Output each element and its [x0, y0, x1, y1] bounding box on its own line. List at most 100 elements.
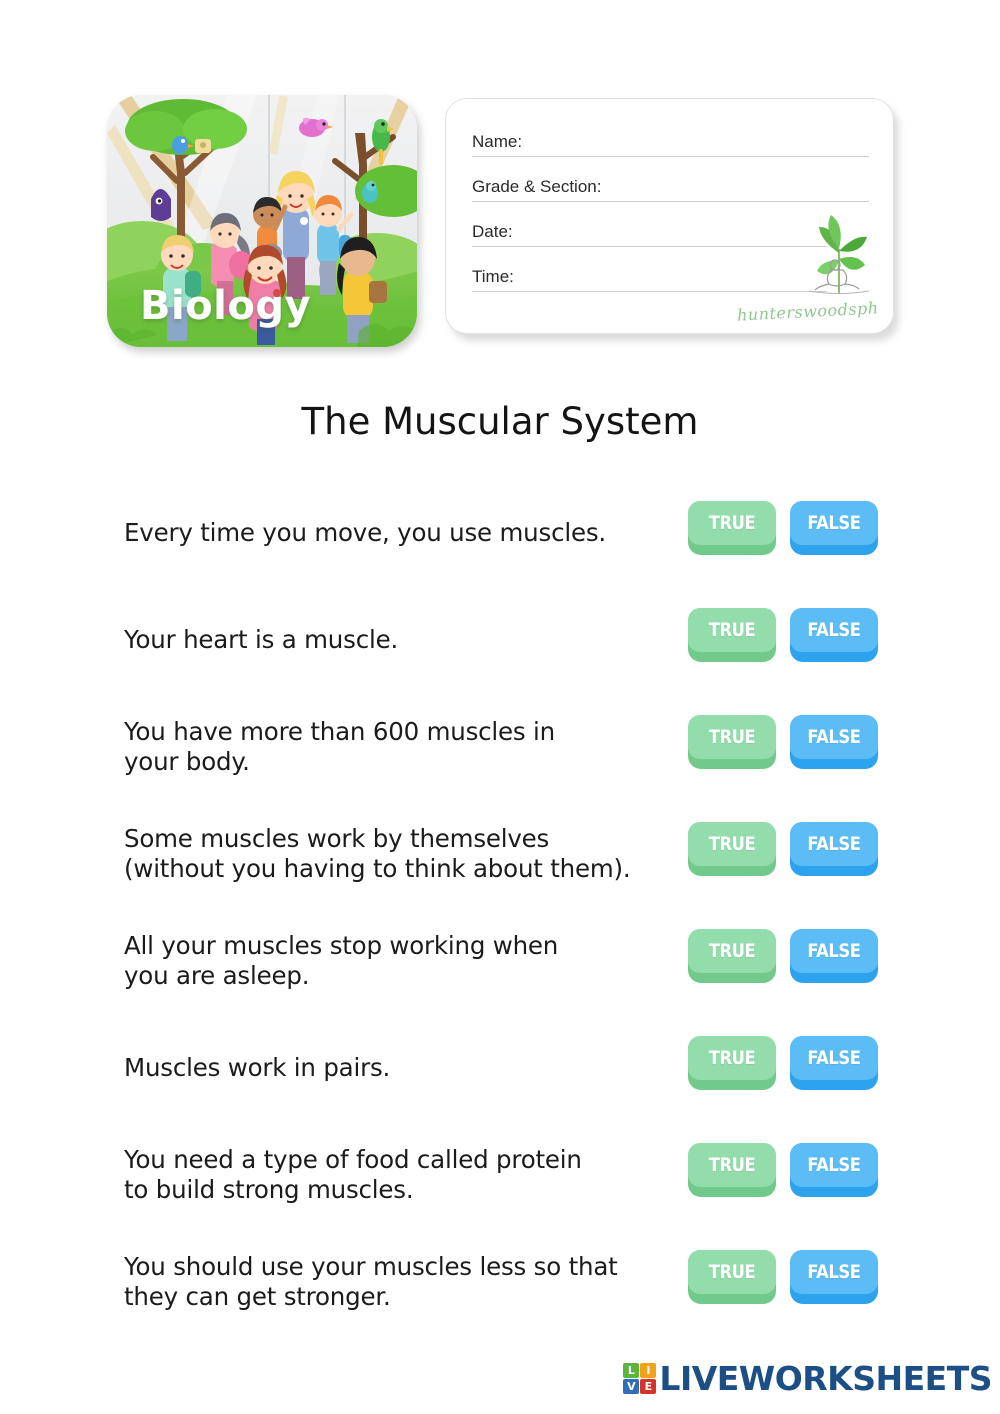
question-list: Every time you move, you use muscles. TR… — [0, 493, 1000, 1349]
question-row: Your heart is a muscle. TRUE FALSE — [0, 600, 1000, 707]
true-button-face: TRUE — [688, 608, 776, 652]
name-field[interactable]: Name: — [472, 132, 869, 157]
question-row: Muscles work in pairs. TRUE FALSE — [0, 1028, 1000, 1135]
false-button-label: FALSE — [807, 1047, 861, 1069]
true-button[interactable]: TRUE — [688, 822, 776, 876]
answer-options: TRUE FALSE — [688, 929, 888, 985]
question-text: You need a type of food called protein t… — [124, 1145, 684, 1205]
question-text: Muscles work in pairs. — [124, 1053, 684, 1083]
question-text: Your heart is a muscle. — [124, 625, 684, 655]
question-text: All your muscles stop working when you a… — [124, 931, 684, 991]
worksheet-header: Biology Name: Grade & Section: Date: Tim… — [0, 0, 1000, 370]
true-button-face: TRUE — [688, 715, 776, 759]
answer-options: TRUE FALSE — [688, 1036, 888, 1092]
false-button-label: FALSE — [807, 940, 861, 962]
plant-illustration-icon — [808, 215, 870, 294]
question-line: You should use your muscles less so that — [124, 1252, 618, 1281]
date-field-label: Date: — [472, 222, 513, 241]
false-button-face: FALSE — [790, 1250, 878, 1294]
tile-e: E — [640, 1378, 657, 1394]
question-row: All your muscles stop working when you a… — [0, 921, 1000, 1028]
page-title: The Muscular System — [301, 400, 699, 443]
question-line: Muscles work in pairs. — [124, 1053, 391, 1082]
true-button[interactable]: TRUE — [688, 1036, 776, 1090]
answer-options: TRUE FALSE — [688, 1250, 888, 1306]
question-line: to build strong muscles. — [124, 1175, 414, 1204]
true-button[interactable]: TRUE — [688, 1250, 776, 1304]
false-button-label: FALSE — [807, 833, 861, 855]
false-button[interactable]: FALSE — [790, 501, 878, 555]
false-button-face: FALSE — [790, 929, 878, 973]
author-signature: hunterswoodsph — [736, 298, 880, 325]
true-button-face: TRUE — [688, 929, 776, 973]
live-tiles-icon: L I V E — [623, 1362, 657, 1394]
true-button-face: TRUE — [688, 1143, 776, 1187]
question-line: you are asleep. — [124, 961, 310, 990]
true-button-label: TRUE — [708, 619, 756, 641]
question-line: they can get stronger. — [124, 1282, 391, 1311]
false-button-face: FALSE — [790, 1036, 878, 1080]
question-text: Every time you move, you use muscles. — [124, 518, 684, 548]
true-button[interactable]: TRUE — [688, 715, 776, 769]
true-button-label: TRUE — [708, 833, 756, 855]
question-row: Every time you move, you use muscles. TR… — [0, 493, 1000, 600]
tile-l: L — [623, 1362, 640, 1378]
false-button[interactable]: FALSE — [790, 1143, 878, 1197]
question-line: All your muscles stop working when — [124, 931, 559, 960]
false-button[interactable]: FALSE — [790, 1036, 878, 1090]
name-field-label: Name: — [472, 132, 523, 151]
true-button[interactable]: TRUE — [688, 1143, 776, 1197]
time-field-label: Time: — [472, 267, 514, 286]
logo-wordmark: LIVEWORKSHEETS — [659, 1358, 992, 1398]
true-button-label: TRUE — [708, 1154, 756, 1176]
question-line: Your heart is a muscle. — [124, 625, 399, 654]
false-button[interactable]: FALSE — [790, 929, 878, 983]
liveworksheets-logo[interactable]: L I V E LIVEWORKSHEETS — [623, 1358, 992, 1398]
false-button[interactable]: FALSE — [790, 822, 878, 876]
true-button-label: TRUE — [708, 726, 756, 748]
subject-label: Biology — [140, 283, 312, 329]
true-button[interactable]: TRUE — [688, 929, 776, 983]
question-line: your body. — [124, 747, 250, 776]
true-button-label: TRUE — [708, 1047, 756, 1069]
question-text: You should use your muscles less so that… — [124, 1252, 684, 1312]
date-field[interactable]: Date: — [472, 222, 827, 247]
true-button-label: TRUE — [708, 940, 756, 962]
question-line: (without you having to think about them)… — [124, 854, 631, 883]
question-row: You need a type of food called protein t… — [0, 1135, 1000, 1242]
question-line: Some muscles work by themselves — [124, 824, 550, 853]
true-button-face: TRUE — [688, 1250, 776, 1294]
false-button-face: FALSE — [790, 501, 878, 545]
grade-section-field-label: Grade & Section: — [472, 177, 602, 196]
question-text: Some muscles work by themselves (without… — [124, 824, 684, 884]
subject-illustration-card: Biology — [107, 95, 417, 347]
false-button[interactable]: FALSE — [790, 608, 878, 662]
false-button-face: FALSE — [790, 608, 878, 652]
false-button[interactable]: FALSE — [790, 1250, 878, 1304]
tile-i: I — [640, 1362, 657, 1378]
answer-options: TRUE FALSE — [688, 715, 888, 771]
false-button-label: FALSE — [807, 512, 861, 534]
question-text: You have more than 600 muscles in your b… — [124, 717, 684, 777]
true-button-face: TRUE — [688, 1036, 776, 1080]
true-button[interactable]: TRUE — [688, 608, 776, 662]
true-button-face: TRUE — [688, 822, 776, 866]
false-button-face: FALSE — [790, 715, 878, 759]
false-button-label: FALSE — [807, 1261, 861, 1283]
true-button-face: TRUE — [688, 501, 776, 545]
question-row: Some muscles work by themselves (without… — [0, 814, 1000, 921]
false-button[interactable]: FALSE — [790, 715, 878, 769]
question-line: You have more than 600 muscles in — [124, 717, 555, 746]
grade-section-field[interactable]: Grade & Section: — [472, 177, 869, 202]
true-button[interactable]: TRUE — [688, 501, 776, 555]
student-info-card: Name: Grade & Section: Date: Time: hunte… — [445, 98, 894, 334]
answer-options: TRUE FALSE — [688, 501, 888, 557]
true-button-label: TRUE — [708, 1261, 756, 1283]
false-button-label: FALSE — [807, 619, 861, 641]
tile-v: V — [623, 1378, 640, 1394]
true-button-label: TRUE — [708, 512, 756, 534]
question-row: You should use your muscles less so that… — [0, 1242, 1000, 1349]
time-field[interactable]: Time: — [472, 267, 827, 292]
question-row: You have more than 600 muscles in your b… — [0, 707, 1000, 814]
answer-options: TRUE FALSE — [688, 1143, 888, 1199]
